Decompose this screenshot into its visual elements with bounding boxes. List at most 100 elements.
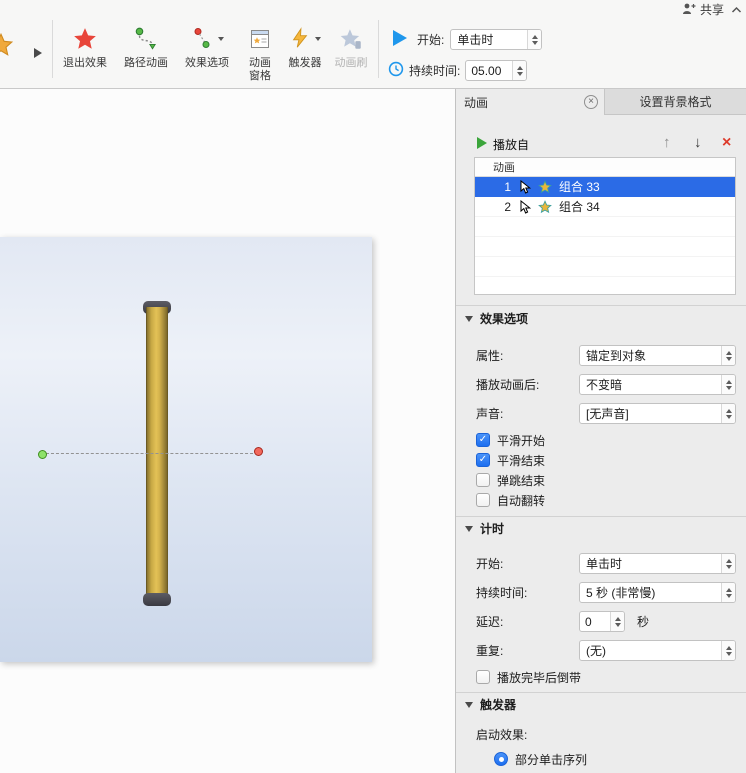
animation-row[interactable]: 2 组合 34	[475, 197, 735, 217]
collapse-triangle-icon	[465, 315, 473, 322]
section-timing[interactable]: 计时	[465, 520, 504, 537]
timing-duration-value: 5 秒 (非常慢)	[586, 586, 656, 600]
share-label: 共享	[699, 3, 724, 17]
stepper-icon[interactable]	[721, 375, 735, 394]
after-play-dropdown[interactable]: 不变暗	[579, 374, 736, 395]
stepper-icon[interactable]	[721, 641, 735, 660]
play-from-label: 播放自	[493, 138, 530, 152]
collapse-ribbon-button[interactable]	[731, 3, 742, 17]
delay-field	[579, 611, 625, 632]
duration-input[interactable]	[466, 61, 513, 80]
ribbon-button-animation-painter: 动画刷	[330, 24, 372, 70]
button-label: 动画刷	[334, 57, 368, 69]
auto-reverse-option[interactable]: 自动翻转	[476, 492, 545, 508]
entrance-effect-partial-icon	[0, 32, 14, 61]
tab-animation[interactable]: 动画 ×	[456, 89, 604, 115]
smooth-start-option[interactable]: 平滑开始	[476, 432, 545, 448]
stepper-icon[interactable]	[512, 61, 527, 80]
divider	[456, 516, 746, 517]
checkbox-label: 播放完毕后倒带	[497, 670, 582, 685]
checkbox-bounce-end[interactable]	[476, 473, 490, 487]
rewind-option[interactable]: 播放完毕后倒带	[476, 669, 581, 685]
start-value: 单击时	[457, 33, 494, 47]
timing-duration-dropdown[interactable]: 5 秒 (非常慢)	[579, 582, 736, 603]
row-index: 1	[504, 179, 511, 194]
checkbox-rewind[interactable]	[476, 670, 490, 684]
animation-star-icon	[538, 199, 552, 214]
stepper-icon[interactable]	[721, 404, 735, 423]
property-label: 属性:	[476, 349, 504, 363]
mouse-cursor-icon	[520, 179, 531, 194]
section-triggers[interactable]: 触发器	[465, 696, 516, 713]
play-animations-button[interactable]	[393, 30, 407, 46]
animation-painter-icon	[338, 24, 364, 54]
property-value: 锚定到对象	[586, 349, 647, 363]
move-up-button[interactable]: ↑	[663, 133, 671, 153]
section-title: 触发器	[480, 698, 517, 712]
checkbox-label: 平滑结束	[497, 453, 546, 468]
section-title: 计时	[480, 522, 505, 536]
share-button[interactable]: 共享	[682, 1, 724, 18]
path-start-handle[interactable]	[38, 450, 47, 459]
path-end-handle[interactable]	[254, 447, 263, 456]
button-label: 效果选项	[185, 57, 229, 69]
timing-start-dropdown[interactable]: 单击时	[579, 553, 736, 574]
after-play-row: 播放动画后: 不变暗	[476, 374, 736, 395]
delete-animation-button[interactable]: ×	[722, 133, 731, 153]
ribbon-button-path-animation[interactable]: 路径动画	[117, 24, 175, 70]
ribbon-button-exit-effect[interactable]: 退出效果	[56, 24, 114, 70]
row-label: 组合 33	[559, 180, 600, 194]
slide[interactable]	[0, 237, 372, 662]
start-dropdown[interactable]: 单击时	[450, 29, 543, 50]
red-star-icon	[72, 24, 98, 54]
motion-path-line[interactable]	[46, 453, 258, 454]
stepper-icon[interactable]	[721, 583, 735, 602]
radio-click-sequence[interactable]	[494, 752, 508, 766]
property-dropdown[interactable]: 锚定到对象	[579, 345, 736, 366]
play-from-button[interactable]	[477, 137, 487, 149]
button-label: 路径动画	[124, 57, 168, 69]
gallery-more-arrow[interactable]	[34, 48, 42, 58]
stepper-icon[interactable]	[721, 346, 735, 365]
ribbon-button-trigger[interactable]: 触发器	[284, 24, 326, 70]
button-label: 退出效果	[63, 57, 107, 69]
stepper-icon[interactable]	[610, 612, 624, 631]
empty-row	[475, 237, 735, 257]
animation-pane-icon	[248, 24, 272, 54]
timing-duration-row: 持续时间: 5 秒 (非常慢)	[476, 582, 736, 603]
section-effect-options[interactable]: 效果选项	[465, 310, 528, 327]
collapse-triangle-icon	[465, 701, 473, 708]
collapse-triangle-icon	[465, 525, 473, 532]
duration-label: 持续时间:	[409, 64, 461, 78]
timing-start-label: 开始:	[476, 557, 504, 571]
delay-unit-label: 秒	[637, 615, 650, 629]
mouse-cursor-icon	[520, 199, 531, 214]
ribbon-button-effect-options[interactable]: 效果选项	[178, 24, 236, 70]
close-pane-icon[interactable]: ×	[584, 95, 598, 109]
click-sequence-option[interactable]: 部分单击序列	[494, 751, 587, 767]
checkbox-smooth-end[interactable]	[476, 453, 490, 467]
smooth-end-option[interactable]: 平滑结束	[476, 452, 545, 468]
lightning-icon	[289, 25, 311, 54]
checkbox-label: 自动翻转	[497, 493, 546, 508]
checkbox-label: 弹跳结束	[497, 473, 546, 488]
checkbox-smooth-start[interactable]	[476, 433, 490, 447]
stepper-icon[interactable]	[721, 554, 735, 573]
timing-duration-label: 持续时间:	[476, 586, 528, 600]
repeat-dropdown[interactable]: (无)	[579, 640, 736, 661]
ribbon-button-animation-pane[interactable]: 动画 窗格	[238, 24, 282, 83]
move-down-button[interactable]: ↓	[694, 133, 702, 153]
pane-tabbar: 动画 × 设置背景格式	[456, 89, 746, 115]
checkbox-auto-reverse[interactable]	[476, 493, 490, 507]
repeat-row: 重复: (无)	[476, 640, 736, 661]
timing-start-value: 单击时	[586, 557, 623, 571]
tab-format-background[interactable]: 设置背景格式	[604, 89, 746, 115]
animation-row[interactable]: 1 组合 33	[475, 177, 735, 197]
bounce-end-option[interactable]: 弹跳结束	[476, 472, 545, 488]
stepper-icon[interactable]	[527, 30, 542, 49]
delay-input[interactable]	[580, 612, 610, 631]
tab-label: 设置背景格式	[639, 95, 712, 109]
list-header: 动画	[475, 158, 735, 177]
sound-dropdown[interactable]: [无声音]	[579, 403, 736, 424]
after-play-value: 不变暗	[586, 378, 623, 392]
